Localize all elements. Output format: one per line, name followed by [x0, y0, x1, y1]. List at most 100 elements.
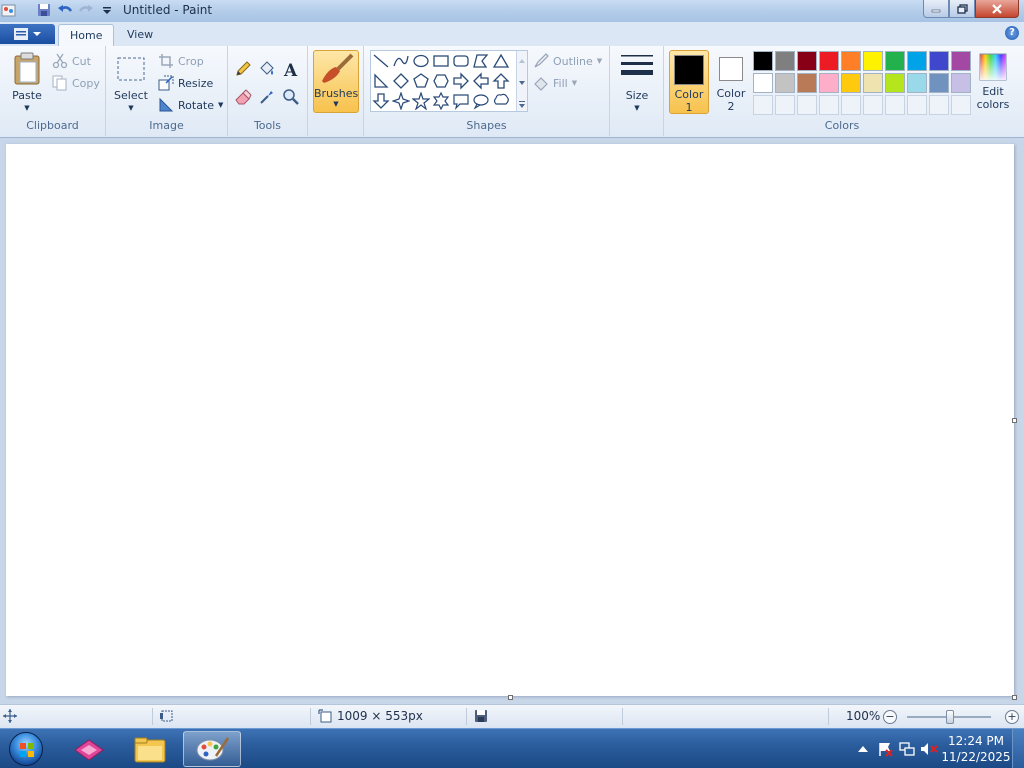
cut-button[interactable]: Cut [52, 52, 91, 70]
custom-color-slot[interactable] [907, 95, 927, 115]
shapes-gallery-scroll[interactable] [516, 51, 527, 111]
paint-app-icon[interactable] [0, 1, 18, 19]
save-icon[interactable] [35, 1, 53, 19]
custom-color-slot[interactable] [885, 95, 905, 115]
polygon-shape-icon[interactable] [471, 51, 491, 71]
redo-icon[interactable] [77, 1, 95, 19]
palette-color-swatch[interactable] [797, 51, 817, 71]
color2-button[interactable]: Color 2 [711, 50, 751, 114]
zoom-in-button[interactable]: + [1005, 710, 1019, 724]
help-icon[interactable]: ? [1005, 26, 1019, 40]
custom-color-slot[interactable] [775, 95, 795, 115]
volume-muted-icon[interactable] [918, 738, 940, 760]
custom-color-slot[interactable] [841, 95, 861, 115]
taskbar-app-button[interactable] [60, 731, 118, 767]
show-desktop-button[interactable] [1012, 729, 1024, 768]
crop-button[interactable]: Crop [158, 52, 204, 70]
rectangle-shape-icon[interactable] [431, 51, 451, 71]
system-clock[interactable]: 12:24 PM 11/22/2025 [940, 733, 1012, 765]
close-button[interactable] [975, 0, 1019, 18]
cloud-callout-shape-icon[interactable] [491, 91, 511, 111]
hexagon-shape-icon[interactable] [431, 71, 451, 91]
palette-color-swatch[interactable] [951, 51, 971, 71]
maximize-button[interactable] [949, 0, 975, 18]
palette-color-swatch[interactable] [753, 73, 773, 93]
customize-qat-chevron-icon[interactable] [98, 1, 116, 19]
oval-shape-icon[interactable] [411, 51, 431, 71]
palette-color-swatch[interactable] [753, 51, 773, 71]
custom-color-slot[interactable] [951, 95, 971, 115]
curve-shape-icon[interactable] [391, 51, 411, 71]
outline-button[interactable]: Outline ▼ [533, 52, 602, 70]
custom-color-slot[interactable] [753, 95, 773, 115]
tab-home[interactable]: Home [58, 24, 115, 46]
taskbar-explorer-button[interactable] [121, 731, 179, 767]
canvas-resize-handle-bottom[interactable] [508, 695, 513, 700]
fill-button[interactable]: Fill ▼ [533, 74, 577, 92]
magnifier-icon[interactable] [280, 86, 302, 108]
zoom-out-button[interactable]: − [883, 710, 897, 724]
canvas-resize-handle-corner[interactable] [1012, 695, 1017, 700]
triangle-shape-icon[interactable] [491, 51, 511, 71]
start-button[interactable] [4, 730, 48, 768]
palette-color-swatch[interactable] [929, 51, 949, 71]
up-arrow-shape-icon[interactable] [491, 71, 511, 91]
pencil-icon[interactable] [232, 58, 254, 80]
palette-color-swatch[interactable] [885, 51, 905, 71]
custom-color-slot[interactable] [929, 95, 949, 115]
palette-color-swatch[interactable] [885, 73, 905, 93]
line-shape-icon[interactable] [371, 51, 391, 71]
palette-color-swatch[interactable] [819, 51, 839, 71]
six-point-star-shape-icon[interactable] [431, 91, 451, 111]
custom-color-slot[interactable] [819, 95, 839, 115]
fill-bucket-icon[interactable] [256, 58, 278, 80]
eraser-icon[interactable] [232, 86, 254, 108]
copy-button[interactable]: Copy [52, 74, 100, 92]
right-triangle-shape-icon[interactable] [371, 71, 391, 91]
five-point-star-shape-icon[interactable] [411, 91, 431, 111]
network-icon[interactable] [896, 738, 918, 760]
palette-color-swatch[interactable] [797, 73, 817, 93]
select-button[interactable]: Select ▼ [112, 52, 150, 115]
down-arrow-shape-icon[interactable] [371, 91, 391, 111]
left-arrow-shape-icon[interactable] [471, 71, 491, 91]
app-menu-button[interactable] [0, 24, 55, 44]
show-hidden-icons-icon[interactable] [852, 738, 874, 760]
four-point-star-shape-icon[interactable] [391, 91, 411, 111]
brushes-button[interactable]: Brushes ▼ [313, 50, 359, 113]
zoom-slider-thumb[interactable] [946, 710, 954, 724]
palette-color-swatch[interactable] [819, 73, 839, 93]
action-center-flag-icon[interactable] [874, 738, 896, 760]
palette-color-swatch[interactable] [929, 73, 949, 93]
right-arrow-shape-icon[interactable] [451, 71, 471, 91]
canvas-resize-handle-right[interactable] [1012, 418, 1017, 423]
color-picker-icon[interactable] [256, 86, 278, 108]
rounded-callout-shape-icon[interactable] [451, 91, 471, 111]
minimize-button[interactable] [923, 0, 949, 18]
custom-color-slot[interactable] [863, 95, 883, 115]
palette-color-swatch[interactable] [775, 51, 795, 71]
palette-color-swatch[interactable] [863, 73, 883, 93]
drawing-canvas[interactable] [6, 144, 1014, 696]
oval-callout-shape-icon[interactable] [471, 91, 491, 111]
rotate-button[interactable]: Rotate ▼ [158, 96, 223, 114]
tab-view[interactable]: View [116, 24, 164, 46]
undo-icon[interactable] [56, 1, 74, 19]
palette-color-swatch[interactable] [907, 73, 927, 93]
palette-color-swatch[interactable] [907, 51, 927, 71]
color1-button[interactable]: Color 1 [669, 50, 709, 114]
size-button[interactable]: Size ▼ [618, 52, 656, 115]
palette-color-swatch[interactable] [841, 51, 861, 71]
rounded-rectangle-shape-icon[interactable] [451, 51, 471, 71]
resize-button[interactable]: Resize [158, 74, 213, 92]
text-icon[interactable]: A [280, 58, 302, 80]
pentagon-shape-icon[interactable] [411, 71, 431, 91]
palette-color-swatch[interactable] [863, 51, 883, 71]
diamond-shape-icon[interactable] [391, 71, 411, 91]
taskbar-paint-button[interactable] [183, 731, 241, 767]
paste-button[interactable]: Paste ▼ [8, 52, 46, 115]
edit-colors-button[interactable]: Edit colors [976, 52, 1010, 111]
palette-color-swatch[interactable] [775, 73, 795, 93]
custom-color-slot[interactable] [797, 95, 817, 115]
palette-color-swatch[interactable] [951, 73, 971, 93]
